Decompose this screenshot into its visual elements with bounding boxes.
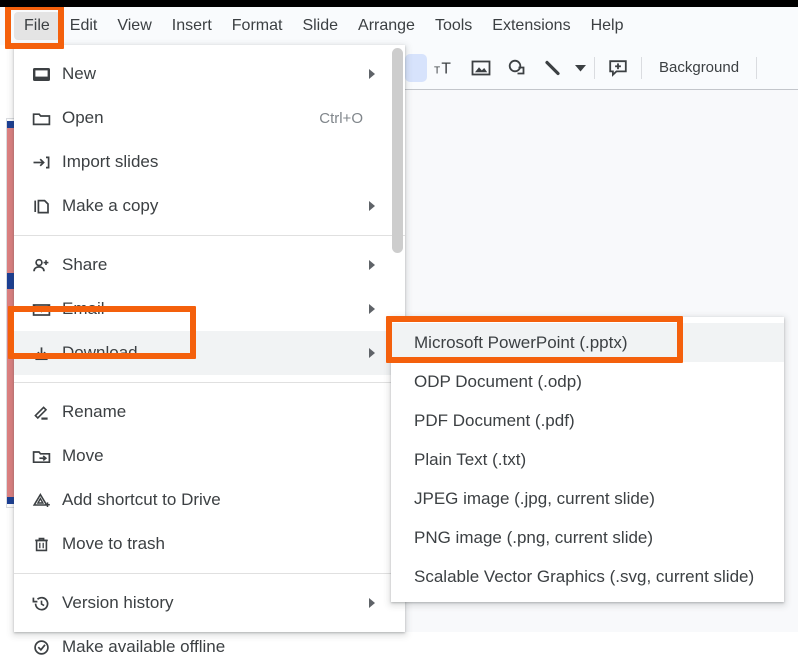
menu-item-move-to-trash[interactable]: Move to trash [14,522,405,566]
top-crop-band [0,0,798,7]
toolbar-selected-tool-chip[interactable] [405,53,427,82]
submenu-arrow-icon [369,201,375,211]
trash-icon [32,536,62,553]
menu-item-label: New [62,64,97,83]
menubar-item-arrange[interactable]: Arrange [348,12,425,40]
menu-item-label: Make a copy [62,196,159,215]
submenu-item-jpeg[interactable]: JPEG image (.jpg, current slide) [391,479,784,518]
submenu-item-svg[interactable]: Scalable Vector Graphics (.svg, current … [391,557,784,596]
file-dropdown-menu: New Open Ctrl+O Import slides Make a cop… [14,45,405,656]
menubar-item-view[interactable]: View [107,12,161,40]
submenu-arrow-icon [369,304,375,314]
menubar-item-format[interactable]: Format [222,12,293,40]
menu-item-add-shortcut-to-drive[interactable]: Add shortcut to Drive [14,478,405,522]
shape-icon[interactable] [499,52,535,84]
svg-text:T: T [434,65,440,76]
menu-item-label: Open [62,108,104,127]
menu-item-version-history[interactable]: Version history [14,581,405,625]
submenu-arrow-icon [369,598,375,608]
menu-bar: File Edit View Insert Format Slide Arran… [0,7,798,45]
insert-image-icon[interactable] [463,52,499,84]
toolbar: T T Background [403,45,798,90]
menu-item-rename[interactable]: Rename [14,390,405,434]
menu-item-email[interactable]: Email [14,287,405,331]
menu-item-label: Version history [62,593,174,612]
person-add-icon [32,257,62,274]
submenu-item-odp[interactable]: ODP Document (.odp) [391,362,784,401]
new-presentation-icon [32,66,62,83]
submenu-item-pdf[interactable]: PDF Document (.pdf) [391,401,784,440]
menu-separator [14,573,405,574]
menu-item-label: Move [62,446,104,465]
toolbar-divider [594,56,595,79]
menu-scrollbar-thumb[interactable] [392,48,403,253]
menubar-item-slide[interactable]: Slide [292,12,348,40]
menubar-item-tools[interactable]: Tools [425,12,482,40]
import-slides-icon [32,154,62,171]
menubar-item-file[interactable]: File [14,12,60,40]
menu-item-import-slides[interactable]: Import slides [14,140,405,184]
history-icon [32,595,62,612]
download-submenu: Microsoft PowerPoint (.pptx) ODP Documen… [391,317,784,602]
submenu-item-txt[interactable]: Plain Text (.txt) [391,440,784,479]
drive-shortcut-icon [32,492,62,509]
pencil-icon [32,404,62,421]
toolbar-divider [641,56,642,79]
envelope-icon [32,301,62,318]
menu-item-label: Share [62,255,108,274]
menubar-item-help[interactable]: Help [581,12,634,40]
line-icon[interactable] [535,52,571,84]
toolbar-bottom-divider [403,89,798,90]
comment-icon[interactable] [600,52,636,84]
submenu-arrow-icon [369,260,375,270]
copy-icon [32,198,62,215]
menu-item-download[interactable]: Download [14,331,405,375]
menu-item-label: Rename [62,402,127,421]
folder-icon [32,110,62,127]
text-box-icon[interactable]: T T [427,52,463,84]
submenu-item-pptx[interactable]: Microsoft PowerPoint (.pptx) [391,323,784,362]
menu-item-label: Add shortcut to Drive [62,490,221,509]
menu-separator [14,235,405,236]
menu-item-move[interactable]: Move [14,434,405,478]
menubar-item-insert[interactable]: Insert [162,12,222,40]
submenu-item-png[interactable]: PNG image (.png, current slide) [391,518,784,557]
menubar-item-edit[interactable]: Edit [60,12,108,40]
line-dropdown-caret-icon[interactable] [571,52,589,84]
submenu-arrow-icon [369,69,375,79]
menu-item-label: Move to trash [62,534,165,553]
application-root: T T Background File Edit View Insert For… [0,0,798,656]
menu-item-label: Import slides [62,152,159,171]
toolbar-divider [756,56,758,79]
offline-check-icon [32,639,62,656]
menu-item-shortcut: Ctrl+O [319,109,363,127]
submenu-arrow-icon [369,348,375,358]
menu-item-label: Make available offline [62,637,226,656]
menubar-item-extensions[interactable]: Extensions [482,12,580,40]
svg-text:T: T [441,60,451,77]
background-button[interactable]: Background [647,53,751,82]
menu-item-open[interactable]: Open Ctrl+O [14,96,405,140]
menu-item-share[interactable]: Share [14,243,405,287]
menu-item-label: Download [62,343,138,362]
menu-item-new[interactable]: New [14,52,405,96]
menu-item-make-a-copy[interactable]: Make a copy [14,184,405,228]
menu-separator [14,382,405,383]
download-icon [32,345,62,362]
move-folder-icon [32,448,62,465]
menu-item-label: Email [62,299,105,318]
